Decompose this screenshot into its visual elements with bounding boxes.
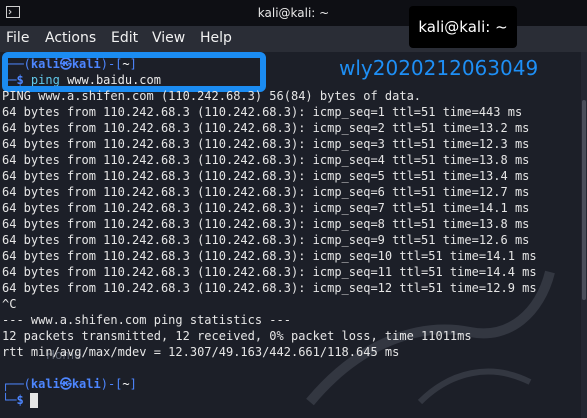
ping-reply-line: 64 bytes from 110.242.68.3 (110.242.68.3… — [2, 201, 530, 215]
ping-reply-line: 64 bytes from 110.242.68.3 (110.242.68.3… — [2, 233, 530, 247]
ping-reply-line: 64 bytes from 110.242.68.3 (110.242.68.3… — [2, 265, 537, 279]
highlight-box — [2, 52, 266, 92]
menu-actions[interactable]: Actions — [45, 30, 96, 46]
ping-reply-line: 64 bytes from 110.242.68.3 (110.242.68.3… — [2, 105, 523, 119]
command-line[interactable]: └─$ — [2, 392, 24, 408]
ping-reply-line: 64 bytes from 110.242.68.3 (110.242.68.3… — [2, 217, 530, 231]
ping-reply-line: 64 bytes from 110.242.68.3 (110.242.68.3… — [2, 153, 530, 167]
prompt-line-top: ┌──(kali㉿kali)-[~] — [2, 377, 137, 391]
stats-packets-line: 12 packets transmitted, 12 received, 0% … — [2, 329, 472, 343]
window-title-tooltip: kali@kali: ~ — [409, 6, 517, 48]
stats-rtt-line: rtt min/avg/max/mdev = 12.307/49.163/442… — [2, 345, 400, 359]
ping-reply-line: 64 bytes from 110.242.68.3 (110.242.68.3… — [2, 249, 537, 263]
student-id-annotation: wly2020212063049 — [339, 56, 539, 80]
ping-reply-line: 64 bytes from 110.242.68.3 (110.242.68.3… — [2, 169, 530, 183]
interrupt-line: ^C — [2, 297, 17, 311]
stats-header-line: --- www.a.shifen.com ping statistics --- — [2, 313, 291, 327]
menu-edit[interactable]: Edit — [111, 30, 138, 46]
menu-file[interactable]: File — [6, 30, 29, 46]
ping-reply-line: 64 bytes from 110.242.68.3 (110.242.68.3… — [2, 281, 537, 295]
ping-header-line: PING www.a.shifen.com (110.242.68.3) 56(… — [2, 89, 422, 103]
ping-reply-line: 64 bytes from 110.242.68.3 (110.242.68.3… — [2, 185, 530, 199]
text-cursor — [30, 393, 38, 408]
menu-view[interactable]: View — [152, 30, 185, 46]
ping-reply-line: 64 bytes from 110.242.68.3 (110.242.68.3… — [2, 137, 530, 151]
menu-help[interactable]: Help — [200, 30, 232, 46]
ping-reply-line: 64 bytes from 110.242.68.3 (110.242.68.3… — [2, 121, 530, 135]
scrollbar-thumb[interactable] — [582, 100, 586, 300]
